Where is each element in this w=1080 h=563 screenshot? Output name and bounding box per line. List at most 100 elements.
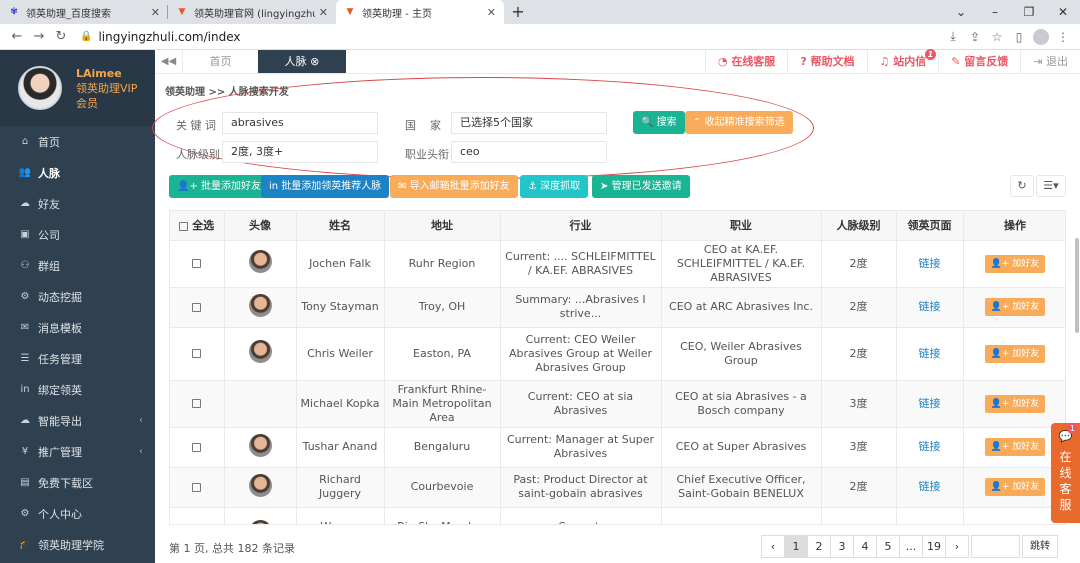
- close-window-icon[interactable]: ✕: [1046, 0, 1080, 24]
- collapse-filter-button[interactable]: ⌃ 收起精准搜索筛选: [685, 111, 793, 134]
- sidebar-item[interactable]: ⚙ 个人中心: [0, 498, 155, 529]
- menu-icon[interactable]: ⋮: [1052, 30, 1074, 44]
- help-docs-link[interactable]: ? 帮助文档: [787, 50, 866, 73]
- table-row[interactable]: Richard Juggery Courbevoie Past: Product D…: [170, 467, 1065, 508]
- online-service-link[interactable]: ◔ 在线客服: [704, 50, 787, 73]
- table-row[interactable]: Tony Stayman Troy, OH Summary: ...Abrasive…: [170, 287, 1065, 328]
- sidebar-item[interactable]: in 绑定领英: [0, 374, 155, 405]
- browser-tab[interactable]: ▼ 领英助理官网 (lingyingzhuli.co ✕: [168, 0, 336, 24]
- table-row[interactable]: Tushar Anand Bengaluru Current: Manager at…: [170, 427, 1065, 468]
- url-field[interactable]: 🔒 lingyingzhuli.com/index: [80, 27, 940, 47]
- close-tab-icon[interactable]: ✕: [319, 6, 328, 19]
- tab-home[interactable]: 首页: [183, 50, 258, 73]
- linkedin-profile-link[interactable]: 链接: [919, 300, 941, 313]
- tab-search-icon[interactable]: ⌄: [944, 0, 978, 24]
- batch-add-recommended-button[interactable]: in 批量添加领英推荐人脉: [261, 175, 390, 198]
- page-button[interactable]: ...: [899, 535, 923, 558]
- download-icon[interactable]: ⤓: [942, 29, 964, 44]
- table-row[interactable]: Warren Michael Big Sky Meadow Village, MT…: [170, 507, 1065, 526]
- sidebar-item[interactable]: ☁ 好友: [0, 188, 155, 219]
- job-title-input[interactable]: ceo: [451, 141, 607, 163]
- sidebar-item[interactable]: ☁ 智能导出 ‹: [0, 405, 155, 436]
- minimize-icon[interactable]: –: [978, 0, 1012, 24]
- jump-button[interactable]: 跳转: [1022, 535, 1058, 558]
- row-checkbox[interactable]: [192, 259, 202, 268]
- add-friend-button[interactable]: 👤+ 加好友: [984, 298, 1046, 316]
- browser-tab[interactable]: ✾ 领英助理_百度搜索 ✕: [0, 0, 168, 24]
- sidebar-item[interactable]: ▤ 免费下载区: [0, 467, 155, 498]
- add-friend-button[interactable]: 👤+ 加好友: [984, 478, 1046, 496]
- sidebar-item[interactable]: 🎓 领英助理学院: [0, 529, 155, 560]
- linkedin-profile-link[interactable]: 链接: [919, 397, 941, 410]
- close-tab-icon[interactable]: ✕: [487, 6, 496, 19]
- back-icon[interactable]: ←: [6, 29, 28, 44]
- sidebar-item[interactable]: ✉ 消息模板: [0, 312, 155, 343]
- add-friend-button[interactable]: 👤+ 加好友: [984, 438, 1046, 456]
- avatar[interactable]: [18, 66, 62, 110]
- maximize-icon[interactable]: ❐: [1012, 0, 1046, 24]
- linkedin-profile-link[interactable]: 链接: [919, 347, 941, 360]
- select-all-header[interactable]: 全选: [170, 211, 225, 241]
- browser-tab-active[interactable]: ▼ 领英助理 - 主页 ✕: [336, 0, 504, 24]
- table-row[interactable]: Jochen Falk Ruhr Region Current: .... SCHL…: [170, 240, 1065, 288]
- goto-page-input[interactable]: [971, 535, 1020, 558]
- page-button[interactable]: 2: [807, 535, 831, 558]
- select-all-checkbox[interactable]: [179, 221, 189, 231]
- linkedin-profile-link[interactable]: 链接: [919, 257, 941, 270]
- scroll-left-icon[interactable]: ◀◀: [155, 50, 183, 73]
- messages-link[interactable]: ♫ 站内信 1: [866, 49, 939, 73]
- table-row[interactable]: Chris Weiler Easton, PA Current: CEO Weile…: [170, 327, 1065, 381]
- tab-contacts[interactable]: 人脉 ⊗: [258, 50, 346, 73]
- refresh-icon[interactable]: ↻: [1010, 175, 1034, 197]
- profile-icon[interactable]: [1033, 28, 1049, 45]
- logout-link[interactable]: ⇥ 退出: [1020, 50, 1080, 73]
- sidebar-item[interactable]: ☰ 任务管理: [0, 343, 155, 374]
- chevron-left-icon[interactable]: ‹: [139, 415, 143, 426]
- table-scrollbar[interactable]: [1075, 238, 1079, 333]
- close-circle-icon[interactable]: ⊗: [310, 55, 319, 68]
- linkedin-profile-link[interactable]: 链接: [919, 440, 941, 453]
- row-checkbox[interactable]: [192, 482, 202, 492]
- table-row[interactable]: Michael Kopka Frankfurt Rhine-Main Metrop…: [170, 380, 1065, 428]
- add-friend-button[interactable]: 👤+ 加好友: [984, 254, 1046, 273]
- add-friend-button[interactable]: 👤+ 加好友: [984, 344, 1046, 363]
- page-button[interactable]: 3: [830, 535, 854, 558]
- share-icon[interactable]: ⇪: [964, 30, 986, 44]
- country-select[interactable]: 已选择5个国家: [451, 112, 607, 134]
- sidebar-item[interactable]: ⌂ 首页: [0, 126, 155, 157]
- search-button[interactable]: 🔍 搜索: [633, 111, 685, 134]
- sidebar-toggle-icon[interactable]: ▯: [1008, 30, 1030, 44]
- sidebar-item[interactable]: ⚇ 群组: [0, 250, 155, 281]
- add-friend-button[interactable]: 👤+ 加好友: [985, 525, 1046, 526]
- page-button[interactable]: 1: [784, 535, 808, 558]
- add-friend-button[interactable]: 👤+ 加好友: [984, 394, 1046, 413]
- deep-scrape-button[interactable]: ⚓ 深度抓取: [520, 175, 589, 198]
- row-checkbox[interactable]: [192, 302, 202, 312]
- import-email-button[interactable]: ✉ 导入邮箱批量添加好友: [390, 175, 518, 198]
- keyword-input[interactable]: abrasives: [222, 112, 378, 134]
- columns-toggle-icon[interactable]: ☰▾: [1036, 175, 1066, 197]
- sidebar-item[interactable]: ¥ 推广管理 ‹: [0, 436, 155, 467]
- lock-icon[interactable]: 🔒: [80, 31, 92, 42]
- page-button[interactable]: 4: [853, 535, 877, 558]
- page-button[interactable]: 5: [876, 535, 900, 558]
- row-checkbox[interactable]: [192, 349, 202, 358]
- page-button[interactable]: 19: [922, 535, 946, 558]
- sidebar-item[interactable]: 👥 人脉: [0, 157, 155, 188]
- new-tab-button[interactable]: +: [504, 0, 532, 24]
- page-button[interactable]: ›: [945, 535, 969, 558]
- chevron-left-icon[interactable]: ‹: [139, 446, 143, 457]
- sidebar-item[interactable]: ▣ 公司: [0, 219, 155, 250]
- degree-select[interactable]: 2度, 3度+: [222, 141, 378, 163]
- reload-icon[interactable]: ↻: [50, 29, 72, 44]
- feedback-link[interactable]: ✎ 留言反馈: [938, 50, 1020, 73]
- customer-service-widget[interactable]: 💬 1 在线客服: [1051, 423, 1080, 523]
- forward-icon[interactable]: →: [28, 29, 50, 44]
- manage-invites-button[interactable]: ➤ 管理已发送邀请: [592, 175, 690, 198]
- batch-add-button[interactable]: 👤+ 批量添加好友: [169, 175, 270, 198]
- linkedin-profile-link[interactable]: 链接: [919, 480, 941, 493]
- close-tab-icon[interactable]: ✕: [151, 6, 160, 19]
- row-checkbox[interactable]: [192, 442, 202, 452]
- page-button[interactable]: ‹: [761, 535, 785, 558]
- row-checkbox[interactable]: [192, 399, 202, 408]
